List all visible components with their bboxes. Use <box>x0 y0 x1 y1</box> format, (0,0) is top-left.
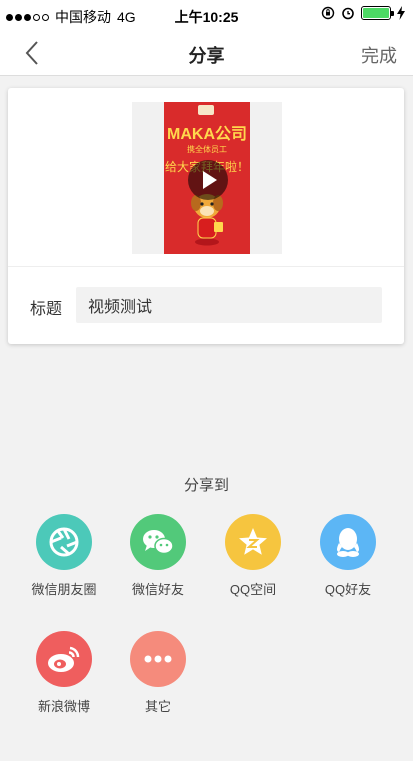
play-video-button[interactable] <box>188 160 228 200</box>
share-heading: 分享到 <box>183 477 229 494</box>
done-button[interactable]: 完成 <box>361 42 397 68</box>
share-label: 微信好友 <box>131 582 184 597</box>
more-icon <box>144 655 172 663</box>
moments-icon <box>49 527 79 557</box>
page-title: 分享 <box>188 46 225 66</box>
weibo-icon <box>48 646 80 672</box>
share-label: QQ空间 <box>229 582 277 597</box>
share-circle <box>130 514 186 570</box>
battery-icon <box>361 6 394 20</box>
share-qq-friend-button[interactable]: QQ好友 <box>303 514 393 598</box>
status-bar: 中国移动 4G 上午10:25 <box>0 0 413 30</box>
share-weibo-button[interactable]: 新浪微博 <box>19 631 109 715</box>
title-input[interactable] <box>76 287 382 323</box>
wechat-icon <box>143 530 174 555</box>
share-label: 其它 <box>144 699 171 714</box>
share-qzone-button[interactable]: QQ空间 <box>208 514 298 598</box>
share-wechat-moments-button[interactable]: 微信朋友圈 <box>19 514 109 598</box>
status-right <box>321 6 405 20</box>
share-circle <box>225 514 281 570</box>
share-circle <box>36 514 92 570</box>
share-circle <box>130 631 186 687</box>
alarm-icon <box>342 7 354 20</box>
poster-brand-text: MAKA公司 <box>167 126 247 143</box>
poster-logo <box>198 105 214 115</box>
share-circle <box>320 514 376 570</box>
charging-icon <box>397 6 405 20</box>
share-other-button[interactable]: 其它 <box>113 631 203 715</box>
share-wechat-friend-button[interactable]: 微信好友 <box>113 514 203 598</box>
qq-icon <box>337 528 359 557</box>
share-content-card: MAKA公司 携全体员工 给大家拜年啦！ 标题 <box>8 88 404 344</box>
poster-subtitle: 携全体员工 <box>187 145 227 154</box>
share-label: QQ好友 <box>324 582 372 597</box>
share-label: 微信朋友圈 <box>31 582 97 597</box>
rotation-lock-icon <box>321 6 335 20</box>
navigation-bar: 分享 完成 <box>0 30 413 76</box>
share-label: 新浪微博 <box>37 699 90 714</box>
title-label: 标题 <box>30 301 63 318</box>
qzone-icon <box>239 528 267 555</box>
share-circle <box>36 631 92 687</box>
card-divider <box>8 266 404 267</box>
